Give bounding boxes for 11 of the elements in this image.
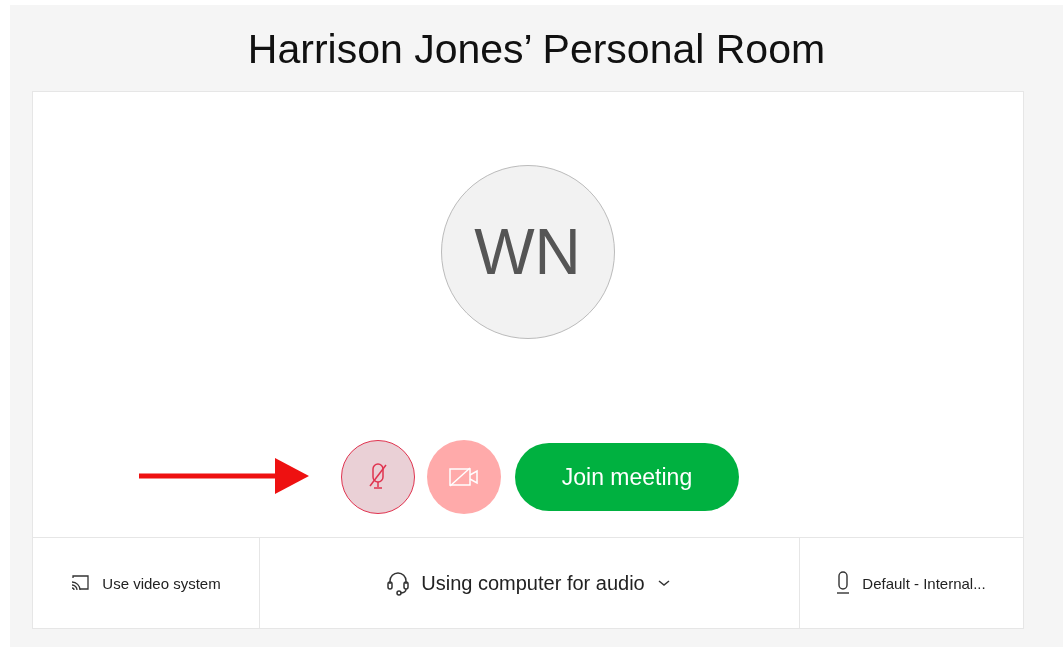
audio-option[interactable]: Using computer for audio	[259, 538, 800, 628]
microphone-option[interactable]: Default - Internal...	[799, 538, 1023, 628]
microphone-muted-icon	[368, 462, 388, 492]
chevron-down-icon	[656, 578, 671, 588]
headset-icon	[387, 570, 410, 596]
avatar: WN	[440, 165, 615, 339]
camera-muted-icon	[449, 466, 479, 488]
microphone-icon	[836, 571, 851, 595]
video-system-option[interactable]: Use video system	[32, 538, 260, 628]
room-title: Harrison Jones’ Personal Room	[247, 25, 826, 73]
cast-icon	[70, 574, 91, 592]
